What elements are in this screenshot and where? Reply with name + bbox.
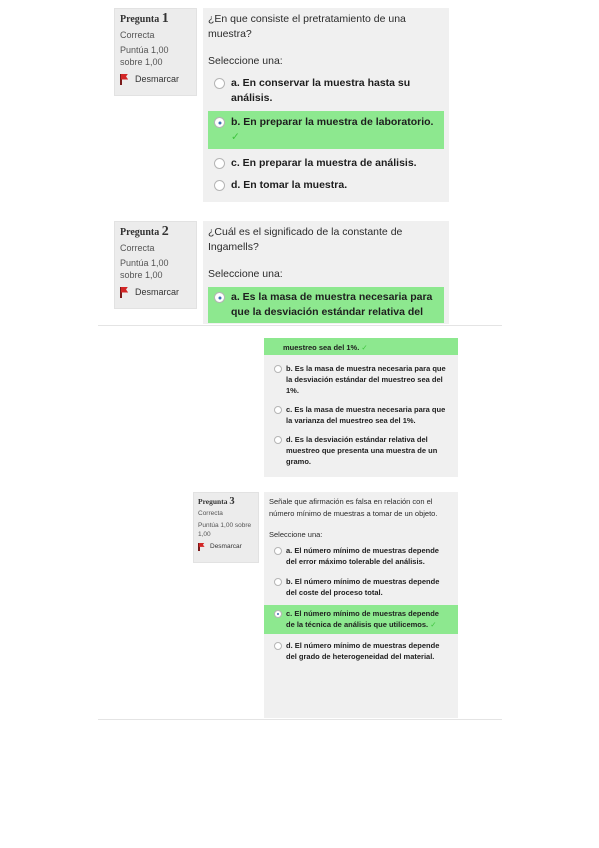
question-text: ¿Cuál es el significado de la constante … — [208, 226, 403, 253]
answer-option-a[interactable]: a. En conservar la muestra hasta su anál… — [208, 74, 444, 108]
radio-icon[interactable] — [214, 117, 225, 128]
unflag-button[interactable]: Desmarcar — [120, 73, 191, 85]
radio-icon[interactable] — [274, 365, 282, 373]
question-grade: Puntúa 1,00 sobre 1,00 — [120, 45, 169, 67]
unflag-label: Desmarcar — [210, 543, 242, 550]
answer-option-a-continued[interactable]: muestreo sea del 1%. — [264, 338, 458, 355]
question-grade: Puntúa 1,00 sobre 1,00 — [198, 522, 252, 538]
check-icon — [430, 619, 436, 631]
answer-option-d[interactable]: d. El número mínimo de muestras depende … — [269, 638, 453, 665]
answer-text: b. En preparar la muestra de laboratorio… — [231, 115, 433, 145]
question-2-content-continued: muestreo sea del 1%. b. Es la masa de mu… — [264, 338, 458, 477]
answer-text-value: c. El número mínimo de muestras depende … — [286, 608, 439, 630]
radio-icon[interactable] — [274, 546, 282, 555]
radio-icon[interactable] — [214, 78, 225, 89]
answer-text: b. El número mínimo de muestras depende … — [286, 576, 440, 598]
flag-icon — [120, 73, 129, 85]
answer-option-a[interactable]: a. Es la masa de muestra necesaria para … — [208, 287, 444, 323]
radio-icon[interactable] — [214, 292, 225, 303]
check-icon — [231, 130, 240, 145]
unflag-button[interactable]: Desmarcar — [120, 286, 191, 298]
unflag-label: Desmarcar — [135, 74, 180, 84]
answer-option-b[interactable]: b. En preparar la muestra de laboratorio… — [208, 111, 444, 149]
question-2-content: ¿Cuál es el significado de la constante … — [203, 221, 449, 324]
question-label: Pregunta — [120, 227, 160, 238]
question-3-content: Señale que afirmación es falsa en relaci… — [264, 492, 458, 718]
page-divider — [98, 719, 502, 720]
question-grade: Puntúa 1,00 sobre 1,00 — [120, 258, 169, 280]
radio-icon[interactable] — [274, 609, 282, 618]
unflag-label: Desmarcar — [135, 287, 180, 297]
question-label: Pregunta — [198, 497, 228, 506]
answer-text: c. Es la masa de muestra necesaria para … — [286, 405, 446, 425]
answer-option-a[interactable]: a. El número mínimo de muestras depende … — [269, 543, 453, 570]
check-icon — [361, 342, 367, 353]
answer-option-b[interactable]: b. El número mínimo de muestras depende … — [269, 574, 453, 601]
radio-icon[interactable] — [274, 641, 282, 650]
question-number: Pregunta 1 — [120, 11, 191, 26]
answer-option-d[interactable]: d. En tomar la muestra. — [208, 176, 444, 195]
question-text: ¿En que consiste el pretratamiento de un… — [208, 13, 406, 40]
question-1-content: ¿En que consiste el pretratamiento de un… — [203, 8, 449, 202]
question-number-value: 2 — [161, 224, 169, 239]
answer-text: a. En conservar la muestra hasta su anál… — [231, 77, 411, 104]
answer-text: b. Es la masa de muestra necesaria para … — [286, 364, 446, 395]
answer-option-d[interactable]: d. Es la desviación estándar relativa de… — [269, 432, 453, 469]
question-2-info: Pregunta 2 Correcta Puntúa 1,00 sobre 1,… — [114, 221, 197, 309]
answer-text: d. El número mínimo de muestras depende … — [286, 640, 440, 662]
question-label: Pregunta — [120, 14, 160, 25]
answer-text: a. Es la masa de muestra necesaria para … — [231, 291, 433, 318]
question-state: Correcta — [198, 510, 223, 517]
question-3-info: Pregunta 3 Correcta Puntúa 1,00 sobre 1,… — [193, 492, 259, 563]
answer-text: d. En tomar la muestra. — [231, 179, 348, 191]
answer-option-c[interactable]: c. En preparar la muestra de análisis. — [208, 154, 444, 173]
answer-text: c. En preparar la muestra de análisis. — [231, 157, 417, 169]
question-number-value: 1 — [161, 11, 169, 26]
answer-option-c[interactable]: c. El número mínimo de muestras depende … — [264, 604, 458, 634]
answer-text: d. Es la desviación estándar relativa de… — [286, 435, 438, 466]
question-1-info: Pregunta 1 Correcta Puntúa 1,00 sobre 1,… — [114, 8, 197, 96]
radio-icon[interactable] — [214, 158, 225, 169]
answer-option-b[interactable]: b. Es la masa de muestra necesaria para … — [269, 361, 453, 398]
answer-prompt: Seleccione una: — [208, 55, 283, 67]
unflag-button[interactable]: Desmarcar — [198, 542, 254, 551]
flag-icon — [198, 542, 205, 551]
radio-icon[interactable] — [214, 180, 225, 191]
question-number: Pregunta 2 — [120, 224, 191, 239]
radio-icon[interactable] — [274, 577, 282, 586]
question-text: Señale que afirmación es falsa en relaci… — [269, 497, 438, 518]
answer-text: c. El número mínimo de muestras depende … — [286, 608, 448, 631]
answer-option-c[interactable]: c. Es la masa de muestra necesaria para … — [269, 402, 453, 428]
question-number-value: 3 — [229, 496, 235, 507]
question-state: Correcta — [120, 30, 155, 40]
answer-text-value: b. En preparar la muestra de laboratorio… — [231, 116, 434, 128]
page-divider — [98, 325, 502, 326]
radio-icon[interactable] — [274, 436, 282, 444]
answer-prompt: Seleccione una: — [269, 530, 323, 539]
flag-icon — [120, 286, 129, 298]
question-number: Pregunta 3 — [198, 496, 254, 507]
answer-prompt: Seleccione una: — [208, 268, 283, 280]
answer-text: a. El número mínimo de muestras depende … — [286, 545, 439, 567]
question-state: Correcta — [120, 243, 155, 253]
radio-icon[interactable] — [274, 406, 282, 414]
answer-text: muestreo sea del 1%. — [283, 343, 360, 352]
